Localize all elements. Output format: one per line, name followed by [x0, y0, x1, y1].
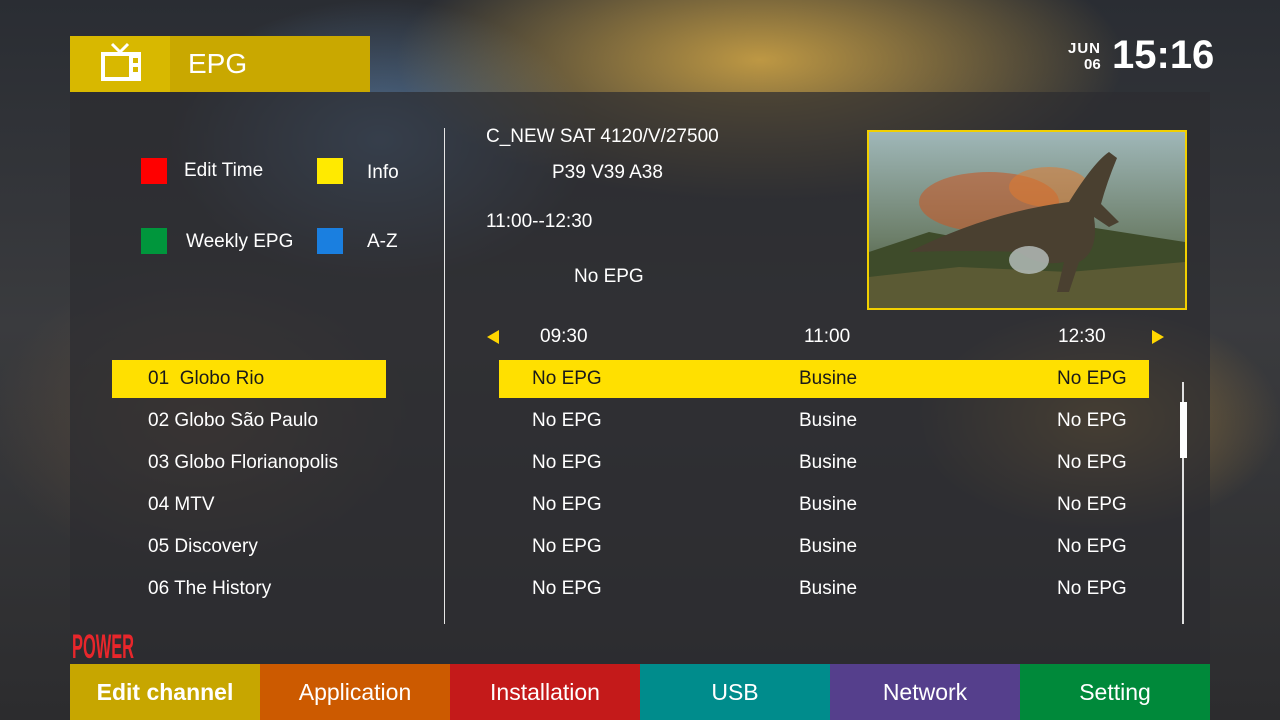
- channel-item[interactable]: 04 MTV: [112, 486, 386, 524]
- pid-info: P39 V39 A38: [552, 162, 663, 183]
- scrollbar-thumb[interactable]: [1180, 402, 1187, 458]
- channel-item[interactable]: 03 Globo Florianopolis: [112, 444, 386, 482]
- timeline-prev-icon[interactable]: [487, 330, 499, 344]
- date-month: JUN: [1068, 40, 1102, 57]
- channel-label: 04 MTV: [148, 494, 215, 515]
- menu-usb[interactable]: USB: [640, 664, 830, 720]
- epg-cell: Busine: [799, 536, 858, 557]
- epg-row[interactable]: No EPG Busine No EPG: [499, 360, 1149, 398]
- epg-cell: No EPG: [1057, 368, 1127, 389]
- program-title: No EPG: [574, 266, 644, 287]
- epg-cell: Busine: [799, 410, 858, 431]
- epg-cell: No EPG: [532, 536, 602, 557]
- epg-cell: No EPG: [1057, 410, 1127, 431]
- blue-key-icon: [317, 228, 343, 254]
- power-logo: POWER: [72, 626, 138, 667]
- menu-network[interactable]: Network: [830, 664, 1020, 720]
- legend-weekly-epg: Weekly EPG: [186, 231, 294, 252]
- channel-item[interactable]: 05 Discovery: [112, 528, 386, 566]
- channel-item[interactable]: 01 Globo Rio: [112, 360, 386, 398]
- channel-item[interactable]: 02 Globo São Paulo: [112, 402, 386, 440]
- transponder-info: C_NEW SAT 4120/V/27500: [486, 126, 719, 147]
- epg-cell: Busine: [799, 368, 858, 389]
- epg-cell: Busine: [799, 494, 858, 515]
- epg-cell: No EPG: [532, 494, 602, 515]
- timeline-time: 12:30: [1058, 326, 1106, 347]
- epg-cell: No EPG: [1057, 494, 1127, 515]
- epg-row[interactable]: No EPG Busine No EPG: [499, 486, 1149, 524]
- menu-edit-channel[interactable]: Edit channel: [70, 664, 260, 720]
- tv-icon: [101, 42, 141, 81]
- channel-label: 06 The History: [148, 578, 272, 599]
- epg-row[interactable]: No EPG Busine No EPG: [499, 444, 1149, 482]
- program-time: 11:00--12:30: [486, 211, 593, 232]
- epg-row[interactable]: No EPG Busine No EPG: [499, 570, 1149, 608]
- timeline-time: 11:00: [804, 326, 851, 347]
- epg-cell: No EPG: [1057, 452, 1127, 473]
- epg-cell: No EPG: [1057, 578, 1127, 599]
- legend-edit-time: Edit Time: [184, 160, 264, 181]
- red-key-icon: [141, 158, 167, 184]
- header-icon-box: [70, 36, 170, 92]
- legend-a-z: A-Z: [367, 231, 398, 252]
- channel-item[interactable]: 06 The History: [112, 570, 386, 608]
- channel-label: 03 Globo Florianopolis: [148, 452, 339, 473]
- timeline-next-icon[interactable]: [1152, 330, 1164, 344]
- menu-installation[interactable]: Installation: [450, 664, 640, 720]
- menu-setting[interactable]: Setting: [1020, 664, 1210, 720]
- epg-cell: Busine: [799, 578, 858, 599]
- panel-divider: [444, 128, 445, 624]
- video-preview: [867, 130, 1187, 310]
- epg-cell: No EPG: [532, 410, 602, 431]
- date-day: 06: [1084, 56, 1101, 73]
- channel-label: 05 Discovery: [148, 536, 258, 557]
- epg-cell: No EPG: [532, 452, 602, 473]
- menu-application[interactable]: Application: [260, 664, 450, 720]
- page-title: EPG: [188, 48, 248, 79]
- channel-label: 01 Globo Rio: [148, 368, 265, 389]
- svg-text:POWER: POWER: [72, 628, 134, 662]
- legend-info: Info: [367, 162, 399, 183]
- epg-cell: Busine: [799, 452, 858, 473]
- timeline-time: 09:30: [540, 326, 588, 347]
- epg-cell: No EPG: [532, 578, 602, 599]
- channel-label: 02 Globo São Paulo: [148, 410, 319, 431]
- epg-cell: No EPG: [1057, 536, 1127, 557]
- green-key-icon: [141, 228, 167, 254]
- epg-row[interactable]: No EPG Busine No EPG: [499, 402, 1149, 440]
- yellow-key-icon: [317, 158, 343, 184]
- epg-row[interactable]: No EPG Busine No EPG: [499, 528, 1149, 566]
- clock: 15:16: [1112, 33, 1215, 77]
- epg-cell: No EPG: [532, 368, 602, 389]
